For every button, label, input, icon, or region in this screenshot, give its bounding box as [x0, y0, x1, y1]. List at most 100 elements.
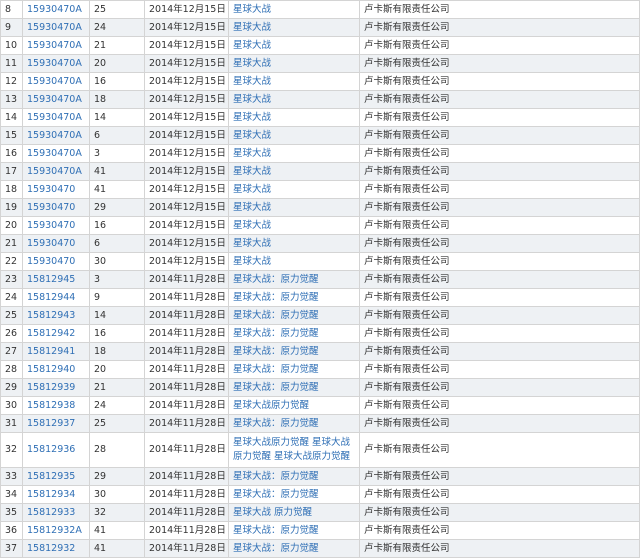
cell-applicant-name: 卢卡斯有限责任公司 [359, 54, 640, 73]
registration-number-link[interactable]: 15812943 [27, 310, 75, 321]
table-row: 31 15812937 25 2014年11月28日 星球大战：原力觉醒 卢卡斯有限责任公… [0, 414, 640, 433]
registration-number-link[interactable]: 15930470A [27, 76, 82, 87]
trademark-name-link[interactable]: 星球大战：原力觉醒 [233, 418, 319, 429]
cell-filing-date: 2014年11月28日 [144, 324, 229, 343]
cell-row-index: 20 [0, 216, 23, 235]
trademark-name-link[interactable]: 星球大战 [233, 22, 271, 33]
trademark-name-link[interactable]: 星球大战 [233, 94, 271, 105]
class-number: 24 [94, 399, 107, 411]
registration-number-link[interactable]: 15930470A [27, 58, 82, 69]
trademark-name-link[interactable]: 星球大战：原力觉醒 [233, 346, 319, 357]
registration-number-link[interactable]: 15930470A [27, 166, 82, 177]
trademark-name-link[interactable]: 星球大战 [233, 40, 271, 51]
registration-number-link[interactable]: 15812933 [27, 507, 75, 518]
row-index: 33 [5, 470, 18, 482]
registration-number-link[interactable]: 15812940 [27, 364, 75, 375]
row-index: 8 [5, 3, 12, 15]
cell-row-index: 12 [0, 72, 23, 91]
cell-registration-number: 15930470A [22, 72, 90, 91]
row-index: 35 [5, 506, 18, 518]
class-number: 16 [94, 327, 107, 339]
registration-number-link[interactable]: 15930470A [27, 4, 82, 15]
trademark-name-link[interactable]: 星球大战：原力觉醒 [233, 489, 319, 500]
filing-date: 2014年12月15日 [149, 93, 226, 105]
filing-date: 2014年11月28日 [149, 506, 226, 518]
registration-number-link[interactable]: 15930470A [27, 40, 82, 51]
registration-number-link[interactable]: 15812932 [27, 543, 75, 554]
trademark-table: 8 15930470A 25 2014年12月15日 星球大战 卢卡斯有限责任公司 9 159… [0, 0, 640, 558]
cell-registration-number: 15930470 [22, 234, 90, 253]
registration-number-link[interactable]: 15812945 [27, 274, 75, 285]
registration-number-link[interactable]: 15930470 [27, 220, 75, 231]
registration-number-link[interactable]: 15930470A [27, 112, 82, 123]
registration-number-link[interactable]: 15812944 [27, 292, 75, 303]
table-row: 18 15930470 41 2014年12月15日 星球大战 卢卡斯有限责任公司 [0, 180, 640, 199]
trademark-name-link[interactable]: 星球大战：原力觉醒 [233, 543, 319, 554]
trademark-name-link[interactable]: 星球大战 [233, 184, 271, 195]
trademark-name-link[interactable]: 星球大战：原力觉醒 [233, 364, 319, 375]
trademark-name-link[interactable]: 星球大战：原力觉醒 [233, 274, 319, 285]
trademark-name-link[interactable]: 星球大战 [233, 202, 271, 213]
trademark-name-link[interactable]: 星球大战：原力觉醒 [233, 328, 319, 339]
registration-number-link[interactable]: 15930470 [27, 256, 75, 267]
registration-number-link[interactable]: 15812936 [27, 444, 75, 455]
table-row: 26 15812942 16 2014年11月28日 星球大战：原力觉醒 卢卡斯有限责任公… [0, 324, 640, 343]
row-index: 22 [5, 255, 18, 267]
trademark-name-link[interactable]: 星球大战 [233, 130, 271, 141]
registration-number-link[interactable]: 15812937 [27, 418, 75, 429]
cell-registration-number: 15812939 [22, 378, 90, 397]
trademark-name-link[interactable]: 星球大战：原力觉醒 [233, 292, 319, 303]
trademark-name-link[interactable]: 星球大战：原力觉醒 [233, 471, 319, 482]
cell-row-index: 30 [0, 396, 23, 415]
cell-class-number: 16 [89, 72, 145, 91]
registration-number-link[interactable]: 15930470 [27, 202, 75, 213]
registration-number-link[interactable]: 15930470A [27, 94, 82, 105]
trademark-name-link[interactable]: 星球大战：原力觉醒 [233, 310, 319, 321]
filing-date: 2014年12月15日 [149, 201, 226, 213]
cell-registration-number: 15930470A [22, 144, 90, 163]
registration-number-link[interactable]: 15930470A [27, 130, 82, 141]
registration-number-link[interactable]: 15930470 [27, 184, 75, 195]
trademark-name-link[interactable]: 星球大战原力觉醒 [233, 400, 309, 411]
cell-registration-number: 15812942 [22, 324, 90, 343]
filing-date: 2014年11月28日 [149, 273, 226, 285]
trademark-name-link[interactable]: 星球大战 [233, 220, 271, 231]
applicant-name: 卢卡斯有限责任公司 [364, 309, 450, 321]
cell-class-number: 21 [89, 36, 145, 55]
registration-number-link[interactable]: 15930470 [27, 238, 75, 249]
trademark-name-link[interactable]: 星球大战 [233, 238, 271, 249]
cell-class-number: 41 [89, 180, 145, 199]
registration-number-link[interactable]: 15930470A [27, 148, 82, 159]
registration-number-link[interactable]: 15812938 [27, 400, 75, 411]
cell-filing-date: 2014年11月28日 [144, 432, 229, 468]
registration-number-link[interactable]: 15812932A [27, 525, 82, 536]
registration-number-link[interactable]: 15812941 [27, 346, 75, 357]
applicant-name: 卢卡斯有限责任公司 [364, 470, 450, 482]
registration-number-link[interactable]: 15812935 [27, 471, 75, 482]
row-index: 24 [5, 291, 18, 303]
cell-trademark-name: 星球大战 [228, 126, 360, 145]
trademark-name-link[interactable]: 星球大战 [233, 76, 271, 87]
registration-number-link[interactable]: 15812939 [27, 382, 75, 393]
table-row: 34 15812934 30 2014年11月28日 星球大战：原力觉醒 卢卡斯有限责任公… [0, 485, 640, 504]
registration-number-link[interactable]: 15812934 [27, 489, 75, 500]
row-index: 25 [5, 309, 18, 321]
trademark-name-link[interactable]: 星球大战 原力觉醒 [233, 507, 312, 518]
registration-number-link[interactable]: 15812942 [27, 328, 75, 339]
registration-number-link[interactable]: 15930470A [27, 22, 82, 33]
trademark-name-link[interactable]: 星球大战 [233, 256, 271, 267]
trademark-name-link[interactable]: 星球大战 [233, 112, 271, 123]
trademark-name-link[interactable]: 星球大战 [233, 4, 271, 15]
cell-applicant-name: 卢卡斯有限责任公司 [359, 270, 640, 289]
trademark-name-link[interactable]: 星球大战：原力觉醒 [233, 382, 319, 393]
applicant-name: 卢卡斯有限责任公司 [364, 201, 450, 213]
trademark-name-link[interactable]: 星球大战 [233, 148, 271, 159]
trademark-name-link[interactable]: 星球大战：原力觉醒 [233, 525, 319, 536]
trademark-name-link[interactable]: 星球大战原力觉醒 星球大战原力觉醒 星球大战原力觉醒 [233, 437, 350, 462]
cell-class-number: 25 [89, 0, 145, 19]
cell-class-number: 14 [89, 306, 145, 325]
cell-applicant-name: 卢卡斯有限责任公司 [359, 90, 640, 109]
trademark-name-link[interactable]: 星球大战 [233, 58, 271, 69]
cell-row-index: 9 [0, 18, 23, 37]
trademark-name-link[interactable]: 星球大战 [233, 166, 271, 177]
